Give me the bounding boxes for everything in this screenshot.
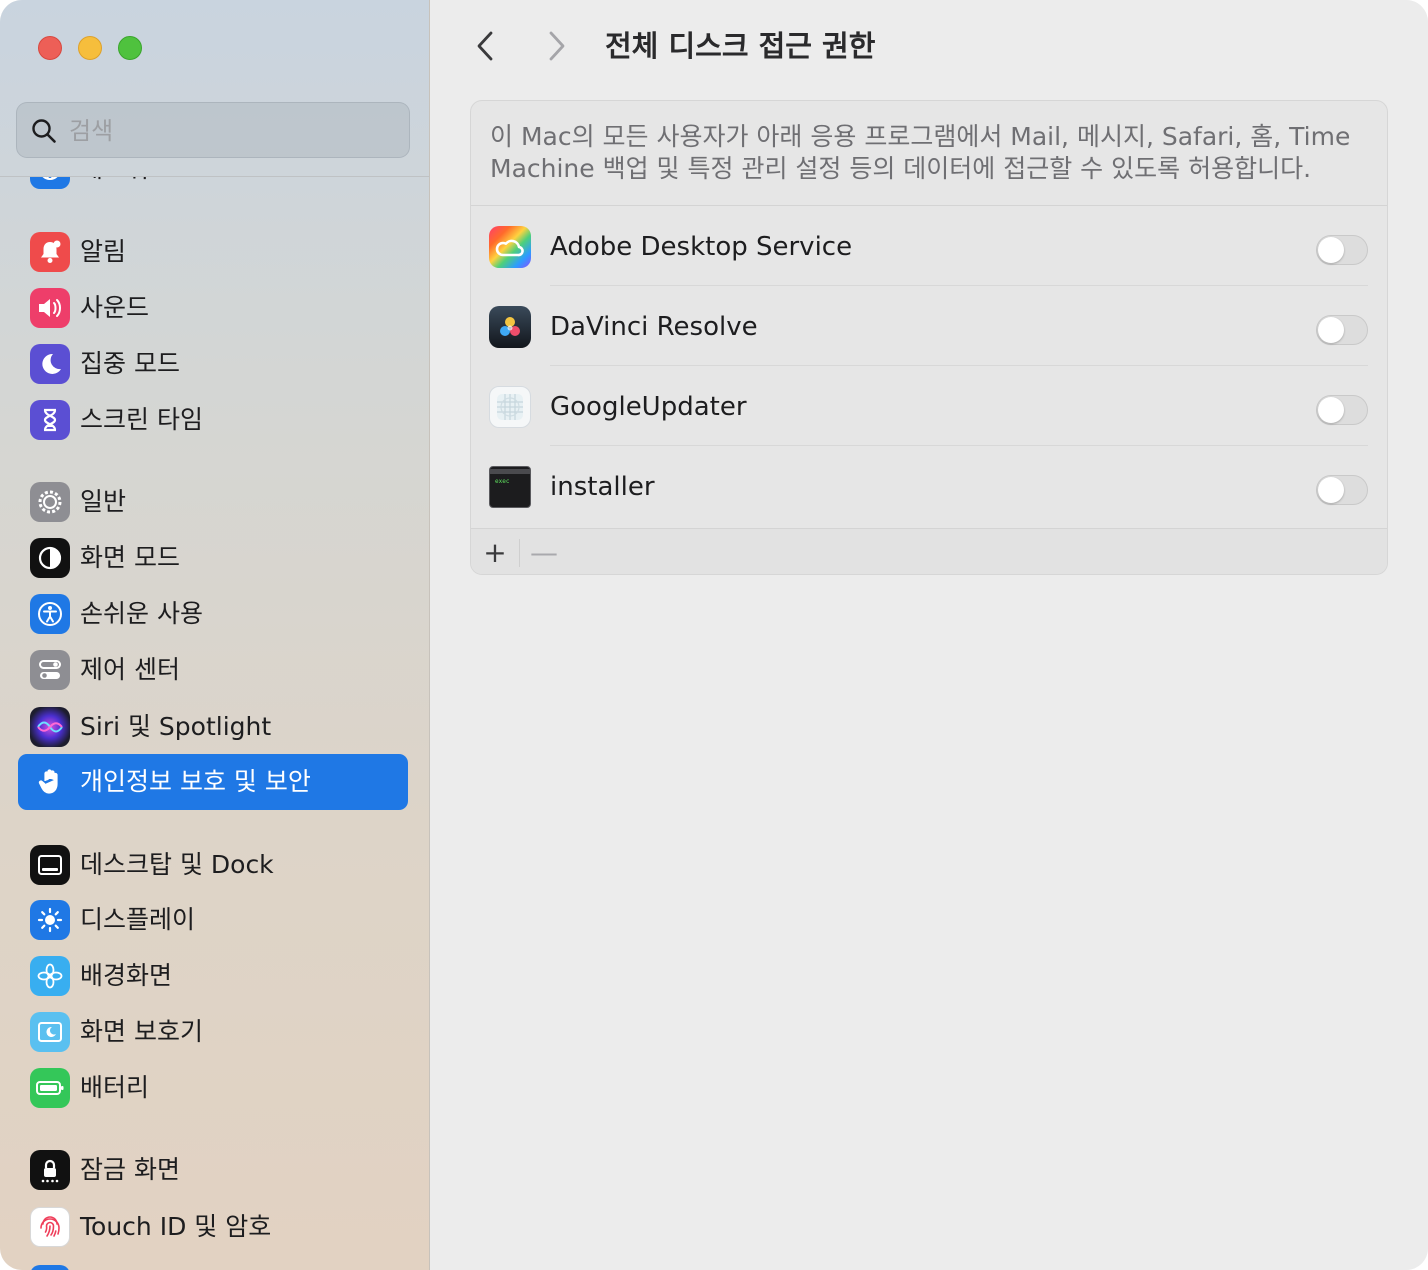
sidebar-item-privacy-security[interactable]: 개인정보 보호 및 보안: [18, 754, 408, 810]
sidebar-item-label: Siri 및 Spotlight: [80, 712, 272, 741]
chevron-left-icon: [477, 31, 493, 61]
davinci-resolve-icon: [489, 306, 531, 348]
sidebar-item-label: 스크린 타임: [80, 405, 203, 434]
app-row: DaVinci Resolve: [471, 286, 1387, 366]
svg-text:exec: exec: [495, 478, 510, 485]
app-access-toggle[interactable]: [1316, 315, 1368, 345]
page-title: 전체 디스크 접근 권한: [605, 29, 876, 63]
sidebar-item-screen-saver[interactable]: 화면 보호기: [18, 1004, 408, 1060]
gear-icon: [30, 482, 70, 522]
sidebar-item-label: 데스크탑 및 Dock: [80, 850, 274, 879]
remove-app-button[interactable]: —: [520, 529, 568, 574]
lock-icon: [30, 1150, 70, 1190]
hourglass-icon: [30, 400, 70, 440]
sidebar-item-touch-id[interactable]: Touch ID 및 암호: [18, 1199, 408, 1255]
sidebar-item-battery[interactable]: 배터리: [18, 1060, 408, 1116]
hand-icon: [30, 762, 70, 802]
appearance-icon: [30, 538, 70, 578]
sidebar-item-label: 손쉬운 사용: [80, 599, 203, 628]
accessibility-icon: [30, 594, 70, 634]
system-settings-window: 네트워크 알림 사운드 집중 모드: [0, 0, 1428, 1270]
app-row: Adobe Desktop Service: [471, 206, 1387, 286]
sidebar-item-label: 배터리: [80, 1073, 150, 1102]
screensaver-icon: [30, 1012, 70, 1052]
sidebar-list[interactable]: 네트워크 알림 사운드 집중 모드: [0, 177, 430, 1270]
globe-icon: [30, 177, 70, 189]
sidebar-item-screen-time[interactable]: 스크린 타임: [18, 392, 408, 448]
flower-icon: [30, 956, 70, 996]
search-input[interactable]: [69, 111, 389, 151]
dock-icon: [30, 845, 70, 885]
chevron-right-icon: [549, 31, 565, 61]
sidebar-item-sound[interactable]: 사운드: [18, 280, 408, 336]
zoom-window-button[interactable]: [118, 36, 142, 60]
sidebar-item-appearance[interactable]: 화면 모드: [18, 530, 408, 586]
add-app-button[interactable]: +: [471, 529, 519, 574]
sidebar-item-label: 네트워크: [80, 177, 172, 185]
bell-icon: [30, 232, 70, 272]
speaker-icon: [30, 288, 70, 328]
battery-icon: [30, 1068, 70, 1108]
sidebar-item-partial-bottom[interactable]: [18, 1257, 408, 1270]
search-field[interactable]: [16, 102, 410, 158]
back-button[interactable]: [465, 26, 505, 66]
sidebar-item-displays[interactable]: 디스플레이: [18, 892, 408, 948]
sidebar-item-label: 제어 센터: [80, 655, 180, 684]
full-disk-access-panel: 이 Mac의 모든 사용자가 아래 응용 프로그램에서 Mail, 메시지, S…: [470, 100, 1388, 575]
app-access-toggle[interactable]: [1316, 235, 1368, 265]
moon-icon: [30, 344, 70, 384]
sidebar-item-focus[interactable]: 집중 모드: [18, 336, 408, 392]
app-name: GoogleUpdater: [550, 392, 747, 422]
sidebar-item-label: 개인정보 보호 및 보안: [80, 767, 311, 796]
siri-icon: [30, 707, 70, 747]
panel-description: 이 Mac의 모든 사용자가 아래 응용 프로그램에서 Mail, 메시지, S…: [490, 122, 1351, 183]
app-name: Adobe Desktop Service: [550, 232, 853, 262]
minimize-window-button[interactable]: [78, 36, 102, 60]
sidebar-item-label: 일반: [80, 487, 127, 516]
search-icon: [32, 119, 56, 143]
app-row: exec installer: [471, 446, 1387, 526]
sidebar-item-label: 화면 모드: [80, 543, 180, 572]
sidebar-item-general[interactable]: 일반: [18, 474, 408, 530]
main-content: 전체 디스크 접근 권한 이 Mac의 모든 사용자가 아래 응용 프로그램에서…: [431, 0, 1428, 1270]
sidebar-item-wallpaper[interactable]: 배경화면: [18, 948, 408, 1004]
sidebar-item-accessibility[interactable]: 손쉬운 사용: [18, 586, 408, 642]
sidebar-item-label: 디스플레이: [80, 905, 196, 934]
sidebar-item-label: 집중 모드: [80, 349, 180, 378]
sun-icon: [30, 900, 70, 940]
adobe-creative-cloud-icon: [489, 226, 531, 268]
sidebar-item-network[interactable]: 네트워크: [18, 177, 408, 197]
panel-footer: + —: [471, 528, 1387, 574]
close-window-button[interactable]: [38, 36, 62, 60]
sidebar-item-label: 배경화면: [80, 961, 173, 990]
sidebar-item-label: 잠금 화면: [80, 1155, 180, 1184]
sidebar-item-label: Touch ID 및 암호: [80, 1212, 272, 1241]
sidebar-item-notifications[interactable]: 알림: [18, 224, 408, 280]
users-icon: [30, 1265, 70, 1270]
terminal-exec-icon: exec: [489, 466, 531, 508]
sidebar-item-desktop-dock[interactable]: 데스크탑 및 Dock: [18, 837, 408, 893]
sidebar-item-label: 사운드: [80, 293, 150, 322]
sidebar-item-label: 알림: [80, 237, 127, 266]
app-access-toggle[interactable]: [1316, 395, 1368, 425]
app-row: GoogleUpdater: [471, 366, 1387, 446]
forward-button[interactable]: [537, 26, 577, 66]
sidebar-item-label: 화면 보호기: [80, 1017, 203, 1046]
app-name: installer: [550, 472, 655, 502]
sidebar: 네트워크 알림 사운드 집중 모드: [0, 0, 430, 1270]
google-updater-icon: [489, 386, 531, 428]
fingerprint-icon: [30, 1207, 70, 1247]
control-center-icon: [30, 650, 70, 690]
sidebar-item-control-center[interactable]: 제어 센터: [18, 642, 408, 698]
app-access-toggle[interactable]: [1316, 475, 1368, 505]
sidebar-item-lock-screen[interactable]: 잠금 화면: [18, 1142, 408, 1198]
sidebar-item-siri-spotlight[interactable]: Siri 및 Spotlight: [18, 699, 408, 755]
app-name: DaVinci Resolve: [550, 312, 758, 342]
